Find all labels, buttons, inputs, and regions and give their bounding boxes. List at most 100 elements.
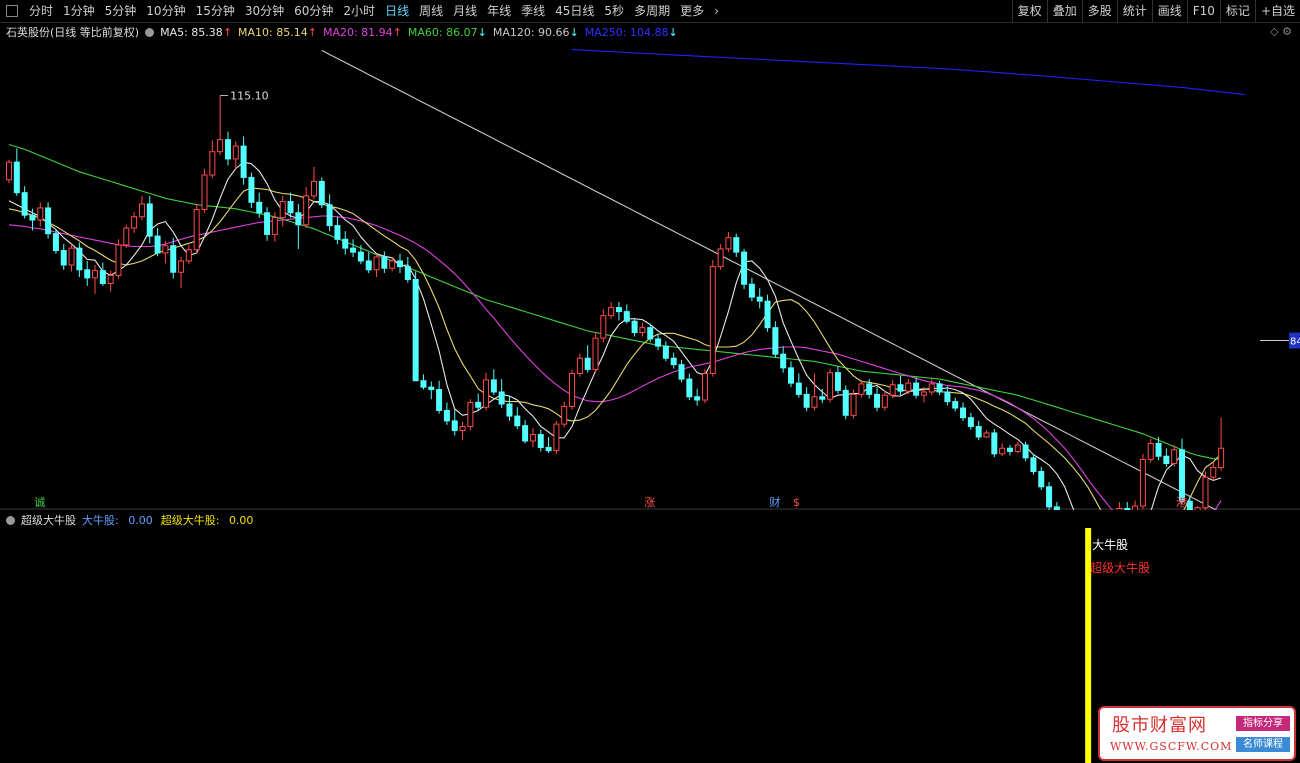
candle-body: [1014, 444, 1021, 452]
candle-body: [795, 382, 802, 395]
candle-body: [506, 403, 513, 417]
candle-body: [60, 250, 67, 266]
candle-body: [709, 266, 716, 374]
tool-button-5[interactable]: F10: [1186, 0, 1220, 22]
candle-body: [1186, 500, 1193, 510]
ma60-line: [8, 143, 1222, 461]
candle-body: [928, 383, 935, 393]
tool-button-0[interactable]: 复权: [1011, 0, 1047, 22]
candle-body: [615, 307, 622, 313]
period-tab-6[interactable]: 60分钟: [289, 0, 338, 22]
layout-icon[interactable]: [6, 5, 18, 17]
candle-body: [733, 237, 740, 253]
candle-body: [741, 251, 748, 285]
candle-body: [146, 203, 153, 237]
candle-body: [170, 245, 177, 273]
period-tab-8[interactable]: 日线: [380, 0, 414, 22]
period-tab-0[interactable]: 分时: [24, 0, 58, 22]
candle-body: [271, 217, 278, 235]
candle-body: [459, 426, 466, 432]
period-tab-1[interactable]: 1分钟: [58, 0, 100, 22]
candle-body: [639, 327, 646, 333]
tool-button-1[interactable]: 叠加: [1046, 0, 1082, 22]
candle-body: [76, 247, 83, 271]
candle-body: [944, 391, 951, 403]
tool-button-3[interactable]: 统计: [1116, 0, 1152, 22]
period-tab-2[interactable]: 5分钟: [100, 0, 142, 22]
candle-body: [967, 417, 974, 428]
candle-body: [240, 145, 247, 178]
candle-body: [772, 327, 779, 355]
period-tab-12[interactable]: 季线: [516, 0, 550, 22]
period-tab-14[interactable]: 5秒: [599, 0, 629, 22]
high-price-label: 115.10: [230, 89, 269, 102]
candle-body: [1202, 476, 1209, 509]
candle-body: [803, 393, 810, 408]
period-tab-7[interactable]: 2小时: [338, 0, 380, 22]
tool-button-7[interactable]: +自选: [1254, 0, 1300, 22]
period-tab-13[interactable]: 45日线: [550, 0, 599, 22]
event-marker-0: 诚: [34, 496, 45, 509]
candle-body: [224, 139, 231, 160]
period-tab-10[interactable]: 月线: [448, 0, 482, 22]
candle-body: [561, 405, 568, 425]
candle-body: [92, 270, 99, 279]
period-toolbar: 分时 1分钟 5分钟 10分钟 15分钟 30分钟 60分钟 2小时 日线 周线 月线 年线 季线 45日…: [0, 0, 1300, 23]
candle-body: [107, 274, 114, 284]
ma120-line: [321, 49, 1218, 510]
candle-body: [303, 195, 310, 226]
candle-body: [819, 396, 826, 400]
period-tab-5[interactable]: 30分钟: [240, 0, 289, 22]
candle-body: [209, 151, 216, 176]
candle-body: [1218, 447, 1225, 469]
period-tab-15[interactable]: 多周期: [629, 0, 675, 22]
candle-body: [201, 174, 208, 211]
candle-body: [584, 357, 591, 370]
candle-body: [217, 139, 224, 153]
period-tab-9[interactable]: 周线: [414, 0, 448, 22]
candle-body: [185, 249, 192, 262]
candle-body: [1022, 444, 1029, 459]
candle-body: [357, 251, 364, 262]
candle-body: [858, 383, 865, 395]
candle-body: [1210, 467, 1217, 478]
more-arrow-icon[interactable]: ›: [709, 0, 724, 22]
candle-body: [522, 425, 529, 442]
candlestick-chart[interactable]: 115.1069.8884诚涨财$港: [0, 22, 1300, 510]
candle-body: [834, 372, 841, 391]
tool-button-4[interactable]: 画线: [1151, 0, 1187, 22]
candle-body: [576, 357, 583, 374]
candle-body: [287, 201, 294, 214]
candle-body: [764, 300, 771, 329]
candle-body: [545, 446, 552, 452]
candle-body: [780, 353, 787, 369]
candle-body: [451, 420, 458, 432]
period-tab-11[interactable]: 年线: [482, 0, 516, 22]
candle-body: [514, 415, 521, 427]
candle-body: [991, 432, 998, 455]
candle-body: [428, 386, 435, 391]
watermark-tag-course: 名师课程: [1236, 737, 1290, 752]
candle-body: [232, 145, 239, 160]
tool-button-2[interactable]: 多股: [1081, 0, 1117, 22]
candle-body: [365, 260, 372, 271]
signal-label-cjdnb: 超级大牛股: [1090, 560, 1150, 575]
candle-body: [670, 357, 677, 366]
candle-body: [537, 434, 544, 448]
candle-body: [131, 216, 138, 229]
candle-body: [960, 407, 967, 419]
period-tab-16[interactable]: 更多: [675, 0, 709, 22]
candle-body: [52, 233, 59, 252]
period-tab-3[interactable]: 10分钟: [141, 0, 190, 22]
period-tab-4[interactable]: 15分钟: [191, 0, 240, 22]
candle-body: [889, 384, 896, 396]
candle-body: [905, 382, 912, 392]
signal-label-dnb: 大牛股: [1092, 537, 1128, 552]
candle-body: [897, 384, 904, 392]
tool-button-6[interactable]: 标记: [1219, 0, 1255, 22]
candle-body: [686, 378, 693, 398]
candle-body: [373, 256, 380, 271]
candle-body: [717, 248, 724, 268]
candle-body: [756, 296, 763, 302]
candle-body: [295, 212, 302, 226]
